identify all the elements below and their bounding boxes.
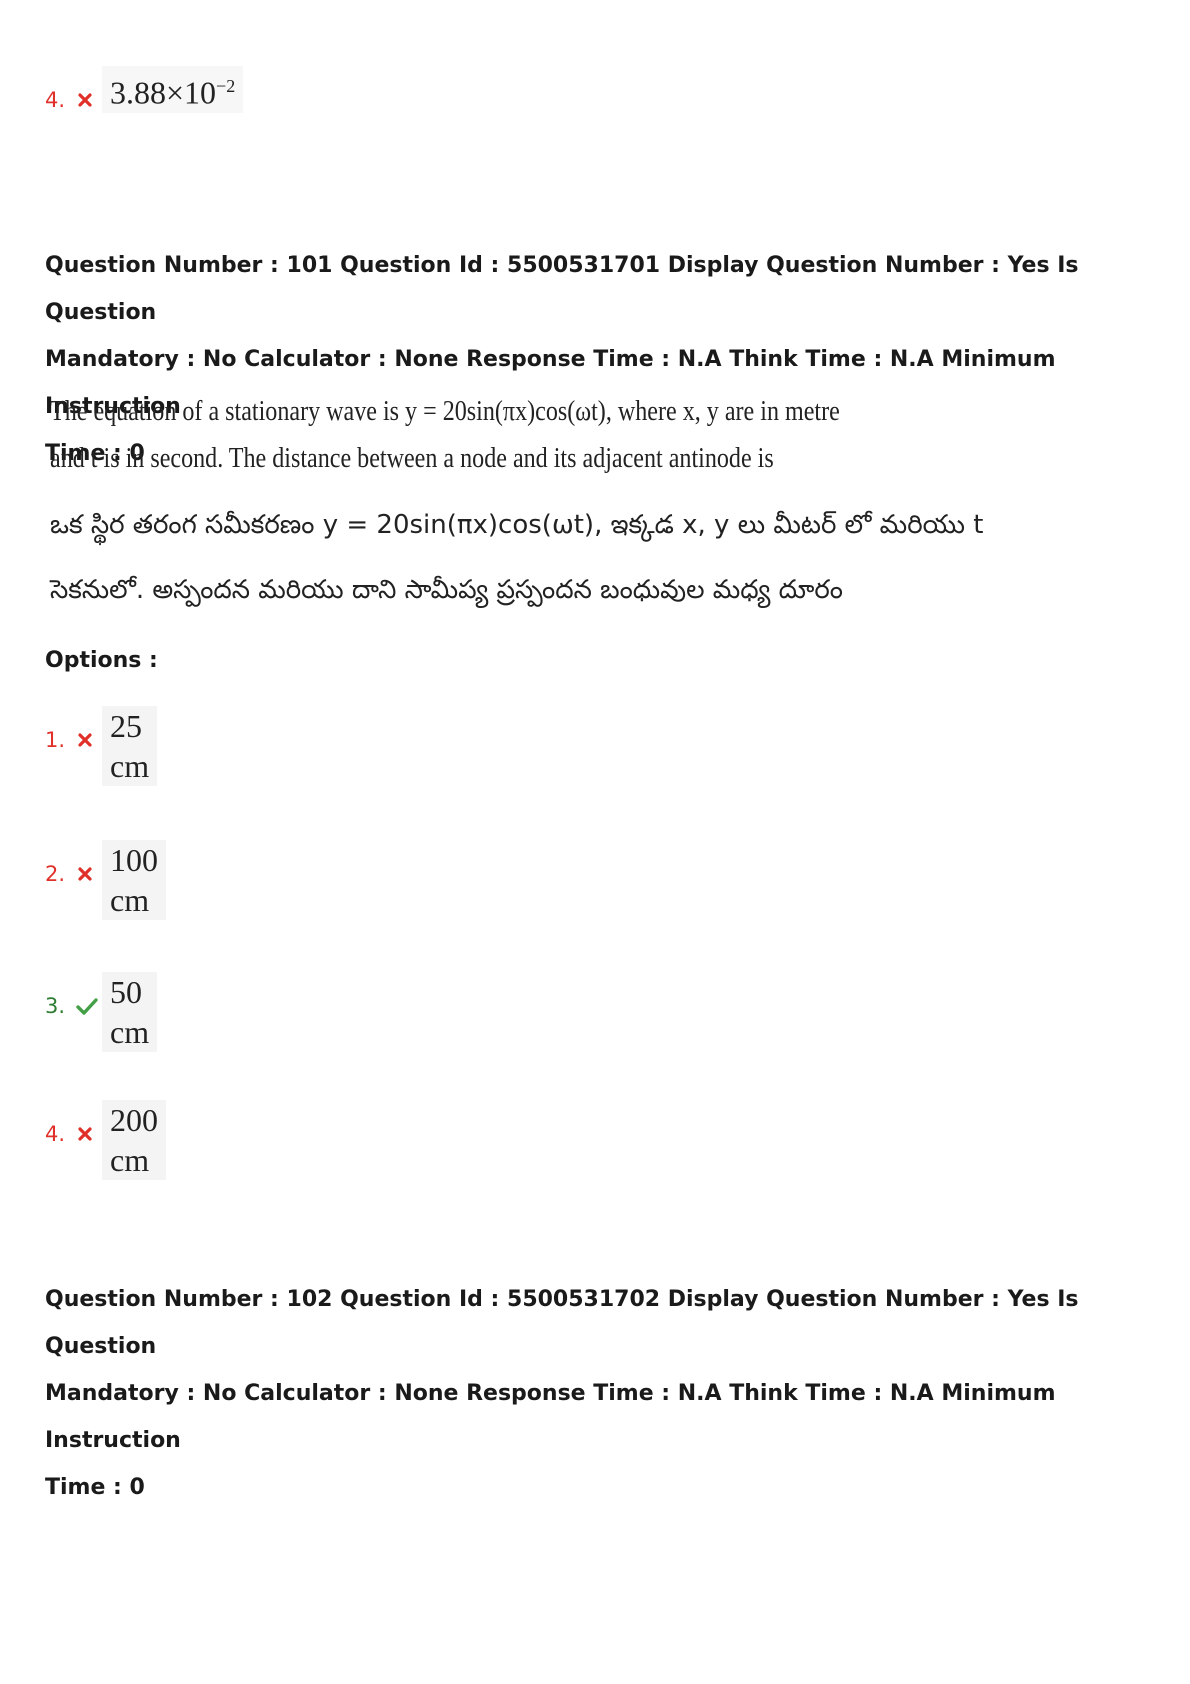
- option-value: 3.88×10−2: [102, 66, 244, 113]
- meta-line: Question Number : 101 Question Id : 5500…: [45, 253, 1079, 325]
- meta-line: Mandatory : No Calculator : None Respons…: [45, 1381, 1056, 1453]
- question-meta: Question Number : 101 Question Id : 5500…: [45, 242, 1165, 477]
- question-text-te-line1: ఒక స్థిర తరంగ సమీకరణం y = 20sin(πx)cos(ω…: [50, 510, 984, 540]
- cross-icon: [78, 867, 92, 881]
- option-number: 2.: [45, 862, 66, 886]
- meta-line: Time : 0: [45, 1475, 145, 1500]
- question-text-te-line2: సెకనులో. అస్పందన మరియు దాని సామీప్య ప్రస…: [50, 575, 843, 605]
- cross-icon: [78, 1127, 92, 1141]
- option-number: 1.: [45, 728, 66, 752]
- check-icon: [76, 998, 98, 1015]
- question-meta: Question Number : 102 Question Id : 5500…: [45, 1276, 1165, 1511]
- option-value: 25 cm: [102, 706, 158, 786]
- cross-icon: [78, 93, 92, 107]
- option-number: 4.: [45, 88, 66, 112]
- option-value: 50 cm: [102, 972, 158, 1052]
- option-number: 3.: [45, 994, 66, 1018]
- question-text-en-line1: The equation of a stationary wave is y =…: [50, 396, 840, 427]
- question-text-en-line2: and t is in second. The distance between…: [50, 443, 774, 474]
- option-number: 4.: [45, 1122, 66, 1146]
- option-value: 200 cm: [102, 1100, 166, 1180]
- options-label: Options :: [45, 648, 158, 673]
- meta-line: Question Number : 102 Question Id : 5500…: [45, 1287, 1079, 1359]
- option-value: 100 cm: [102, 840, 166, 920]
- cross-icon: [78, 733, 92, 747]
